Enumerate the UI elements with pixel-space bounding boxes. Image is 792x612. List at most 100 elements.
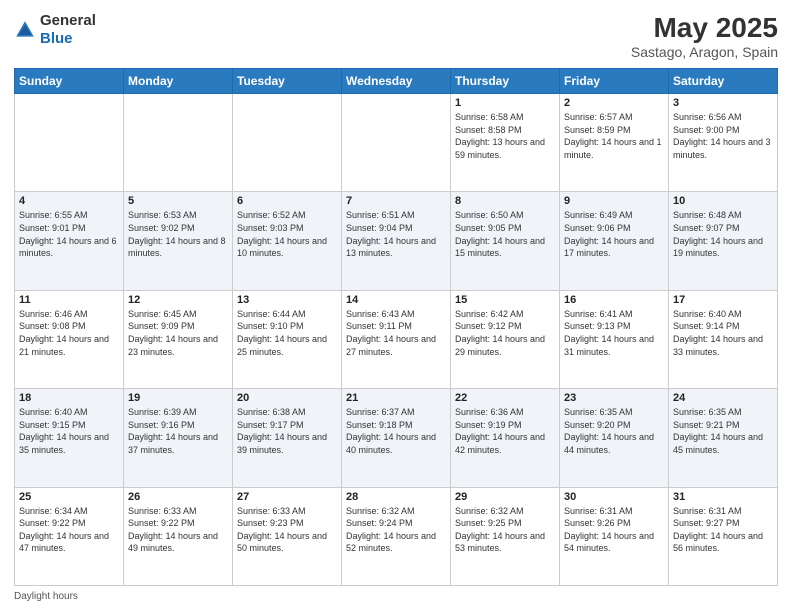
day-info: Sunrise: 6:50 AM Sunset: 9:05 PM Dayligh…	[455, 209, 555, 259]
calendar-cell: 6Sunrise: 6:52 AM Sunset: 9:03 PM Daylig…	[233, 192, 342, 290]
calendar-week-3: 11 Sunrise: 6:46 AM Sunset: 9:08 PM Dayli…	[15, 290, 778, 388]
calendar-cell: 16 Sunrise: 6:41 AM Sunset: 9:13 PM Dayli…	[560, 290, 669, 388]
logo-blue: Blue	[40, 30, 73, 47]
calendar-week-4: 18 Sunrise: 6:40 AM Sunset: 9:15 PM Dayli…	[15, 389, 778, 487]
day-number: 12	[128, 294, 228, 306]
day-number: 18	[19, 392, 119, 404]
calendar-cell: 1 Sunrise: 6:58 AM Sunset: 8:58 PM Daylig…	[451, 94, 560, 192]
calendar-cell: 12Sunrise: 6:45 AM Sunset: 9:09 PM Dayli…	[124, 290, 233, 388]
day-number: 2	[564, 97, 664, 109]
day-number: 27	[237, 491, 337, 503]
calendar-cell: 25 Sunrise: 6:34 AM Sunset: 9:22 PM Dayli…	[15, 487, 124, 585]
day-number: 1	[455, 97, 555, 109]
day-number: 31	[673, 491, 773, 503]
day-info: Sunrise: 6:48 AM Sunset: 9:07 PM Dayligh…	[673, 209, 773, 259]
day-number: 4	[19, 195, 119, 207]
calendar-cell: 3 Sunrise: 6:56 AM Sunset: 9:00 PM Daylig…	[669, 94, 778, 192]
calendar-cell	[233, 94, 342, 192]
calendar-cell: 15 Sunrise: 6:42 AM Sunset: 9:12 PM Dayli…	[451, 290, 560, 388]
logo-text: General Blue	[40, 12, 96, 48]
day-info: Sunrise: 6:44 AM Sunset: 9:10 PM Dayligh…	[237, 308, 337, 358]
calendar-cell: 4Sunrise: 6:55 AM Sunset: 9:01 PM Daylig…	[15, 192, 124, 290]
calendar-cell: 10Sunrise: 6:48 AM Sunset: 9:07 PM Dayli…	[669, 192, 778, 290]
day-number: 20	[237, 392, 337, 404]
calendar-cell: 22Sunrise: 6:36 AM Sunset: 9:19 PM Dayli…	[451, 389, 560, 487]
page: General Blue May 2025 Sastago, Aragon, S…	[0, 0, 792, 612]
calendar-cell: 26 Sunrise: 6:33 AM Sunset: 9:22 PM Dayli…	[124, 487, 233, 585]
day-info: Sunrise: 6:31 AM Sunset: 9:27 PM Dayligh…	[673, 505, 773, 555]
day-info: Sunrise: 6:49 AM Sunset: 9:06 PM Dayligh…	[564, 209, 664, 259]
header: General Blue May 2025 Sastago, Aragon, S…	[14, 12, 778, 60]
calendar-body: 1 Sunrise: 6:58 AM Sunset: 8:58 PM Daylig…	[15, 94, 778, 586]
day-info: Sunrise: 6:46 AM Sunset: 9:08 PM Dayligh…	[19, 308, 119, 358]
day-number: 28	[346, 491, 446, 503]
calendar-cell: 5 Sunrise: 6:53 AM Sunset: 9:02 PM Daylig…	[124, 192, 233, 290]
calendar-cell: 7Sunrise: 6:51 AM Sunset: 9:04 PM Daylig…	[342, 192, 451, 290]
calendar-cell: 23 Sunrise: 6:35 AM Sunset: 9:20 PM Dayli…	[560, 389, 669, 487]
col-header-thursday: Thursday	[451, 69, 560, 94]
day-info: Sunrise: 6:32 AM Sunset: 9:25 PM Dayligh…	[455, 505, 555, 555]
day-number: 30	[564, 491, 664, 503]
calendar-cell: 18 Sunrise: 6:40 AM Sunset: 9:15 PM Dayli…	[15, 389, 124, 487]
calendar-week-5: 25 Sunrise: 6:34 AM Sunset: 9:22 PM Dayli…	[15, 487, 778, 585]
col-header-tuesday: Tuesday	[233, 69, 342, 94]
day-number: 17	[673, 294, 773, 306]
day-info: Sunrise: 6:42 AM Sunset: 9:12 PM Dayligh…	[455, 308, 555, 358]
day-info: Sunrise: 6:36 AM Sunset: 9:19 PM Dayligh…	[455, 406, 555, 456]
day-number: 14	[346, 294, 446, 306]
calendar-cell: 24Sunrise: 6:35 AM Sunset: 9:21 PM Dayli…	[669, 389, 778, 487]
calendar-cell: 9 Sunrise: 6:49 AM Sunset: 9:06 PM Daylig…	[560, 192, 669, 290]
location-title: Sastago, Aragon, Spain	[631, 44, 778, 60]
daylight-label: Daylight hours	[14, 591, 78, 602]
day-number: 19	[128, 392, 228, 404]
calendar-cell: 29 Sunrise: 6:32 AM Sunset: 9:25 PM Dayli…	[451, 487, 560, 585]
calendar-cell: 27 Sunrise: 6:33 AM Sunset: 9:23 PM Dayli…	[233, 487, 342, 585]
day-number: 25	[19, 491, 119, 503]
day-number: 15	[455, 294, 555, 306]
day-info: Sunrise: 6:40 AM Sunset: 9:15 PM Dayligh…	[19, 406, 119, 456]
calendar: SundayMondayTuesdayWednesdayThursdayFrid…	[14, 68, 778, 586]
day-number: 26	[128, 491, 228, 503]
day-number: 3	[673, 97, 773, 109]
calendar-header-row: SundayMondayTuesdayWednesdayThursdayFrid…	[15, 69, 778, 94]
day-number: 29	[455, 491, 555, 503]
calendar-cell: 2Sunrise: 6:57 AM Sunset: 8:59 PM Daylig…	[560, 94, 669, 192]
day-number: 7	[346, 195, 446, 207]
calendar-week-1: 1 Sunrise: 6:58 AM Sunset: 8:58 PM Daylig…	[15, 94, 778, 192]
col-header-friday: Friday	[560, 69, 669, 94]
calendar-cell	[342, 94, 451, 192]
day-info: Sunrise: 6:53 AM Sunset: 9:02 PM Dayligh…	[128, 209, 228, 259]
day-info: Sunrise: 6:34 AM Sunset: 9:22 PM Dayligh…	[19, 505, 119, 555]
calendar-cell: 30Sunrise: 6:31 AM Sunset: 9:26 PM Dayli…	[560, 487, 669, 585]
day-number: 24	[673, 392, 773, 404]
month-title: May 2025	[631, 12, 778, 44]
calendar-cell: 8 Sunrise: 6:50 AM Sunset: 9:05 PM Daylig…	[451, 192, 560, 290]
day-number: 9	[564, 195, 664, 207]
day-info: Sunrise: 6:33 AM Sunset: 9:22 PM Dayligh…	[128, 505, 228, 555]
col-header-saturday: Saturday	[669, 69, 778, 94]
day-info: Sunrise: 6:39 AM Sunset: 9:16 PM Dayligh…	[128, 406, 228, 456]
day-number: 11	[19, 294, 119, 306]
day-number: 8	[455, 195, 555, 207]
calendar-cell: 13Sunrise: 6:44 AM Sunset: 9:10 PM Dayli…	[233, 290, 342, 388]
calendar-cell: 21Sunrise: 6:37 AM Sunset: 9:18 PM Dayli…	[342, 389, 451, 487]
day-info: Sunrise: 6:56 AM Sunset: 9:00 PM Dayligh…	[673, 111, 773, 161]
day-info: Sunrise: 6:43 AM Sunset: 9:11 PM Dayligh…	[346, 308, 446, 358]
logo-general: General	[40, 12, 96, 29]
day-info: Sunrise: 6:33 AM Sunset: 9:23 PM Dayligh…	[237, 505, 337, 555]
title-block: May 2025 Sastago, Aragon, Spain	[631, 12, 778, 60]
day-info: Sunrise: 6:35 AM Sunset: 9:20 PM Dayligh…	[564, 406, 664, 456]
col-header-sunday: Sunday	[15, 69, 124, 94]
day-info: Sunrise: 6:58 AM Sunset: 8:58 PM Dayligh…	[455, 111, 555, 161]
day-number: 16	[564, 294, 664, 306]
day-info: Sunrise: 6:38 AM Sunset: 9:17 PM Dayligh…	[237, 406, 337, 456]
col-header-wednesday: Wednesday	[342, 69, 451, 94]
day-number: 23	[564, 392, 664, 404]
day-info: Sunrise: 6:41 AM Sunset: 9:13 PM Dayligh…	[564, 308, 664, 358]
col-header-monday: Monday	[124, 69, 233, 94]
calendar-cell	[15, 94, 124, 192]
day-info: Sunrise: 6:37 AM Sunset: 9:18 PM Dayligh…	[346, 406, 446, 456]
day-number: 5	[128, 195, 228, 207]
logo-icon	[14, 19, 36, 41]
calendar-cell: 17Sunrise: 6:40 AM Sunset: 9:14 PM Dayli…	[669, 290, 778, 388]
